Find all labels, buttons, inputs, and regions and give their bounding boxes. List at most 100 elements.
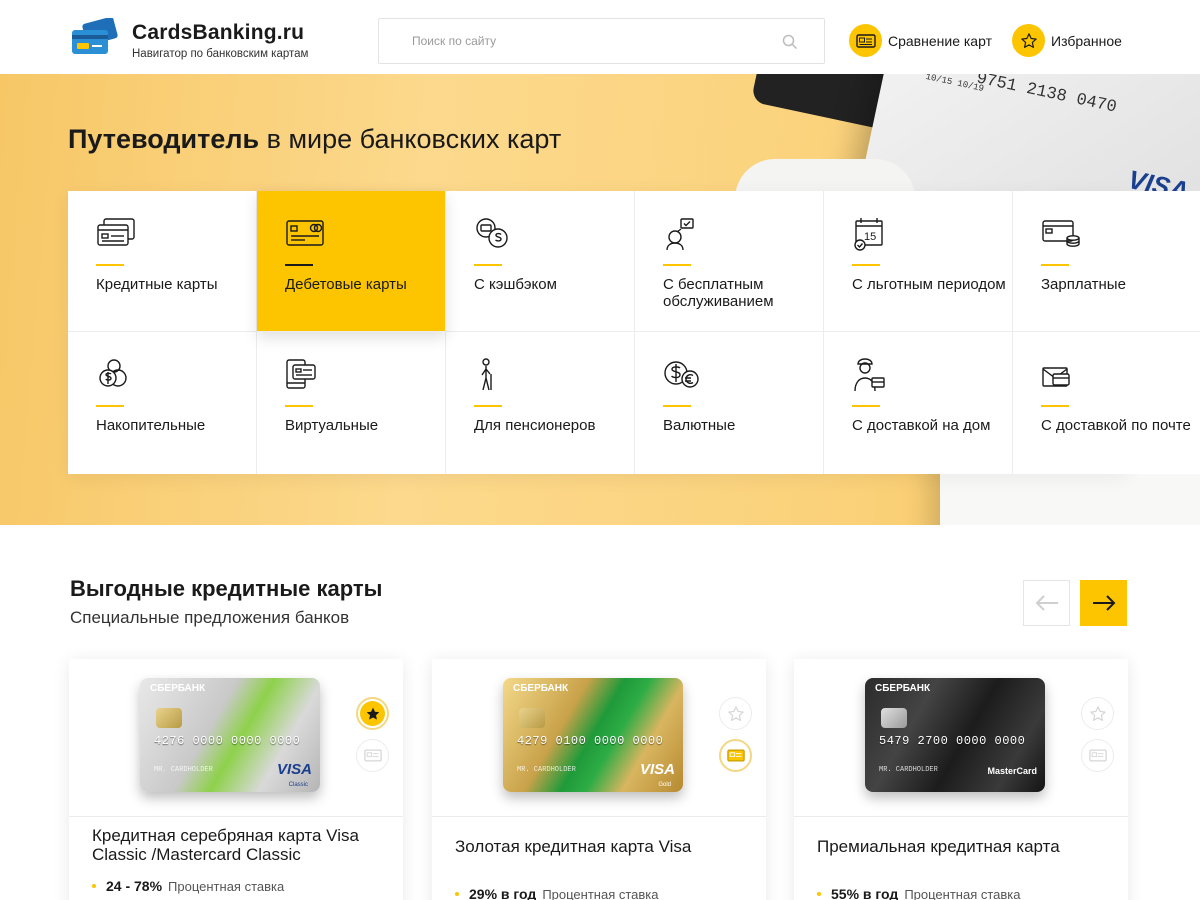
logo-cards-icon <box>70 16 122 62</box>
category-credit-cards[interactable]: Кредитные карты <box>68 191 257 332</box>
compare-button[interactable] <box>356 739 389 772</box>
virtual-card-icon <box>286 359 316 389</box>
card-holder: MR. CARDHOLDER <box>154 766 213 774</box>
star-icon <box>1089 705 1106 721</box>
card-number: 4279 0100 0000 0000 <box>517 734 664 748</box>
carousel-next-button[interactable] <box>1080 580 1127 626</box>
courier-icon <box>854 358 885 392</box>
category-mail-delivery[interactable]: С доставкой по почте <box>1013 332 1200 474</box>
compare-link[interactable]: Сравнение карт <box>849 24 992 57</box>
offer-rate: 24 - 78% Процентная ставка <box>92 878 284 894</box>
category-underline <box>96 405 124 407</box>
card-holder: MR. CARDHOLDER <box>879 766 938 774</box>
category-savings[interactable]: Накопительные <box>68 332 257 474</box>
favorites-label: Избранное <box>1051 32 1122 49</box>
bank-name: СБЕРБАНК <box>875 683 931 694</box>
hero-title: Путеводитель в мире банковских карт <box>68 124 561 155</box>
salary-icon <box>1042 220 1080 247</box>
category-label: С бесплатным обслуживанием <box>663 276 774 310</box>
star-icon <box>1012 24 1045 57</box>
favorite-button[interactable] <box>1081 697 1114 730</box>
favorites-link[interactable]: Избранное <box>1012 24 1122 57</box>
category-debit-cards[interactable]: Дебетовые карты <box>257 191 446 332</box>
bank-name: СБЕРБАНК <box>513 683 569 694</box>
category-label: Кредитные карты <box>96 276 218 293</box>
category-label: Для пенсионеров <box>474 417 596 434</box>
category-currency[interactable]: Валютные <box>635 332 824 474</box>
arrow-right-icon <box>1092 595 1115 611</box>
offer-card[interactable]: СБЕРБАНК 5479 2700 0000 0000 MR. CARDHOL… <box>794 659 1128 900</box>
compare-card-icon <box>1088 749 1107 762</box>
search-icon[interactable] <box>782 34 798 50</box>
category-underline <box>852 264 880 266</box>
bullet-dot <box>455 892 459 896</box>
category-label: Виртуальные <box>285 417 379 434</box>
offer-card[interactable]: СБЕРБАНК 4276 0000 0000 0000 MR. CARDHOL… <box>69 659 403 900</box>
rate-value: 24 - 78% <box>106 878 163 894</box>
card-chip <box>881 708 907 728</box>
category-cashback[interactable]: С кэшбэком <box>446 191 635 332</box>
category-label: Валютные <box>663 417 736 434</box>
logo-subtitle: Навигатор по банковским картам <box>132 47 309 60</box>
offer-rate: 29% в год Процентная ставка <box>455 886 659 900</box>
category-underline <box>474 405 502 407</box>
compare-card-icon <box>849 24 882 57</box>
offer-title[interactable]: Кредитная серебряная карта Visa Classic … <box>92 826 382 864</box>
rate-value: 55% в год <box>831 886 899 900</box>
category-pensioners[interactable]: Для пенсионеров <box>446 332 635 474</box>
star-icon <box>366 707 379 720</box>
bullet-dot <box>92 884 96 888</box>
card-brand-sub: Classic <box>288 782 308 788</box>
category-label: С доставкой по почте <box>1041 417 1191 434</box>
category-underline <box>474 264 502 266</box>
favorite-button[interactable] <box>356 697 389 730</box>
offer-title[interactable]: Премиальная кредитная карта <box>817 837 1107 856</box>
bullet-dot <box>817 892 821 896</box>
search-input[interactable] <box>379 19 759 63</box>
category-underline <box>285 264 313 266</box>
category-grace-period[interactable]: 15 С льготным периодом <box>824 191 1013 332</box>
free-service-icon <box>666 218 694 251</box>
savings-icon <box>99 359 127 387</box>
calendar-icon: 15 <box>854 218 883 251</box>
offer-card[interactable]: СБЕРБАНК 4279 0100 0000 0000 MR. CARDHOL… <box>432 659 766 900</box>
logo-title: CardsBanking.ru <box>132 20 305 44</box>
category-label: Дебетовые карты <box>285 276 407 293</box>
favorite-button[interactable] <box>719 697 752 730</box>
card-number: 4276 0000 0000 0000 <box>154 734 301 748</box>
rate-label: Процентная ставка <box>542 886 659 900</box>
category-underline <box>663 264 691 266</box>
offer-image-area: СБЕРБАНК 4276 0000 0000 0000 MR. CARDHOL… <box>69 659 403 817</box>
card-holder: MR. CARDHOLDER <box>517 766 576 774</box>
offer-image-area: СБЕРБАНК 5479 2700 0000 0000 MR. CARDHOL… <box>794 659 1128 817</box>
card-brand: MasterCard <box>987 766 1037 776</box>
category-underline <box>96 264 124 266</box>
cashback-icon <box>476 218 508 248</box>
compare-button[interactable] <box>719 739 752 772</box>
carousel-prev-button[interactable] <box>1023 580 1070 626</box>
logo[interactable]: CardsBanking.ru Навигатор по банковским … <box>70 16 309 62</box>
mail-icon <box>1042 367 1070 387</box>
category-label: Зарплатные <box>1041 276 1126 293</box>
card-brand: VISA <box>276 761 312 778</box>
card-chip <box>519 708 545 728</box>
section-subtitle: Специальные предложения банков <box>70 608 350 627</box>
bank-card-image: СБЕРБАНК 5479 2700 0000 0000 MR. CARDHOL… <box>865 678 1045 792</box>
category-free-service[interactable]: С бесплатным обслуживанием <box>635 191 824 332</box>
category-underline <box>1041 264 1069 266</box>
card-chip <box>156 708 182 728</box>
category-label: С кэшбэком <box>474 276 557 293</box>
site-header: CardsBanking.ru Навигатор по банковским … <box>0 0 1200 74</box>
rate-value: 29% в год <box>469 886 537 900</box>
credit-cards-icon <box>97 218 135 246</box>
offer-title[interactable]: Золотая кредитная карта Visa <box>455 837 745 856</box>
card-number: 5479 2700 0000 0000 <box>879 734 1026 748</box>
category-salary[interactable]: Зарплатные <box>1013 191 1200 332</box>
category-home-delivery[interactable]: С доставкой на дом <box>824 332 1013 474</box>
compare-label: Сравнение карт <box>888 32 992 49</box>
category-virtual[interactable]: Виртуальные <box>257 332 446 474</box>
compare-button[interactable] <box>1081 739 1114 772</box>
hero-banner: 9751 2138 0470 10/15 10/19 VISA Путеводи… <box>0 74 1200 525</box>
arrow-left-icon <box>1035 595 1058 611</box>
card-brand-sub: Gold <box>658 782 671 788</box>
